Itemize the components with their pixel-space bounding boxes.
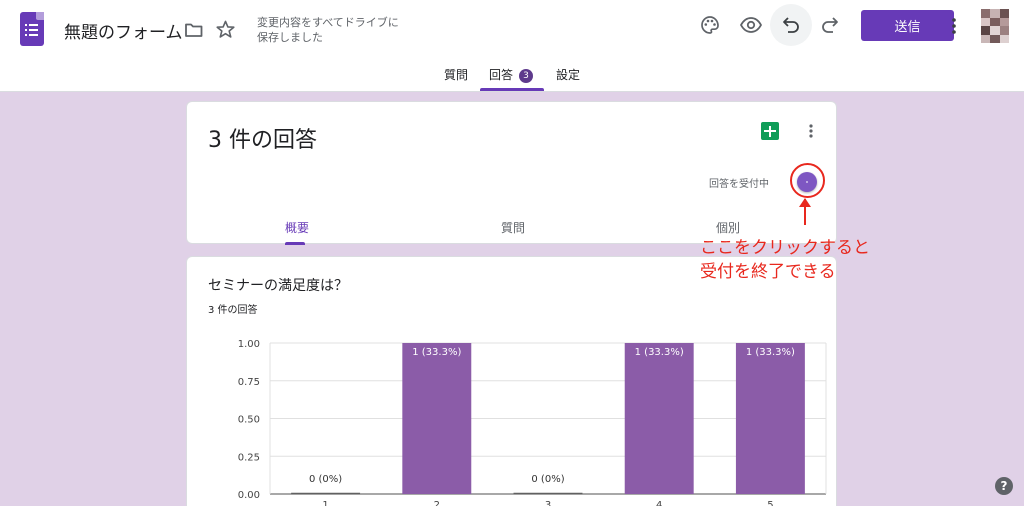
redo-icon[interactable] (812, 7, 848, 43)
active-subtab-indicator (285, 242, 305, 245)
save-status-text: 変更内容をすべてドライブに保存しました (257, 16, 399, 44)
data-label: 0 (0%) (309, 474, 342, 485)
responses-count-badge: 3 (519, 69, 534, 83)
data-label: 0 (0%) (531, 474, 564, 485)
folder-icon[interactable] (184, 20, 204, 38)
more-vert-icon[interactable] (944, 14, 964, 38)
active-tab-indicator (480, 88, 544, 91)
x-tick-label: 3 (545, 500, 551, 506)
data-label: 1 (33.3%) (635, 347, 684, 358)
subtab-question[interactable]: 質問 (501, 219, 525, 236)
subtab-individual[interactable]: 個別 (716, 219, 740, 236)
y-tick-label: 0.75 (238, 377, 260, 388)
x-tick-label: 4 (656, 500, 662, 506)
bar (735, 343, 805, 494)
annotation-arrow (804, 199, 806, 225)
annotation-text: ここをクリックすると 受付を終了できる (700, 236, 870, 284)
tab-responses[interactable]: 回答 3 (489, 66, 534, 83)
more-vert-icon[interactable] (803, 121, 819, 141)
top-bar: 無題のフォーム 変更内容をすべてドライブに保存しました 送信 質問 回答 3 設定 (0, 0, 1024, 92)
response-count-title: 3 件の回答 (208, 128, 317, 153)
eye-icon[interactable] (733, 7, 769, 43)
subtab-summary[interactable]: 概要 (285, 219, 309, 236)
y-tick-label: 0.25 (238, 452, 260, 463)
data-label: 1 (33.3%) (412, 347, 461, 358)
help-icon[interactable]: ? (995, 477, 1013, 495)
y-tick-label: 0.50 (238, 415, 260, 426)
form-title[interactable]: 無題のフォーム (64, 18, 183, 43)
annotation-line-1: ここをクリックすると (700, 238, 870, 258)
bar (624, 343, 694, 494)
bar (402, 343, 472, 494)
annotation-line-2: 受付を終了できる (700, 262, 836, 282)
undo-icon[interactable] (770, 4, 812, 46)
responses-summary-card: 3 件の回答 回答を受付中 概要 質問 個別 (186, 101, 837, 245)
x-tick-label: 5 (767, 500, 773, 506)
avatar[interactable] (981, 9, 1009, 43)
x-tick-label: 1 (322, 500, 328, 506)
tab-questions[interactable]: 質問 (444, 66, 468, 83)
y-tick-label: 0.00 (238, 490, 260, 501)
data-label: 1 (33.3%) (746, 347, 795, 358)
sheets-icon[interactable] (761, 122, 779, 140)
bar-chart: 0.00 0.25 0.50 0.75 1.00 0 (0%) 1 1 (33.3%) 2 0 (… (238, 339, 827, 506)
tab-settings[interactable]: 設定 (556, 66, 580, 83)
y-tick-label: 1.00 (238, 339, 260, 350)
forms-logo-icon[interactable] (20, 12, 44, 46)
main-tabs: 質問 回答 3 設定 (0, 60, 1024, 92)
tab-responses-label: 回答 (489, 68, 514, 82)
accepting-responses-label: 回答を受付中 (709, 179, 769, 190)
x-tick-label: 2 (434, 500, 440, 506)
send-button[interactable]: 送信 (861, 10, 954, 41)
star-icon[interactable] (215, 19, 235, 39)
palette-icon[interactable] (692, 7, 728, 43)
annotation-circle (790, 163, 825, 198)
